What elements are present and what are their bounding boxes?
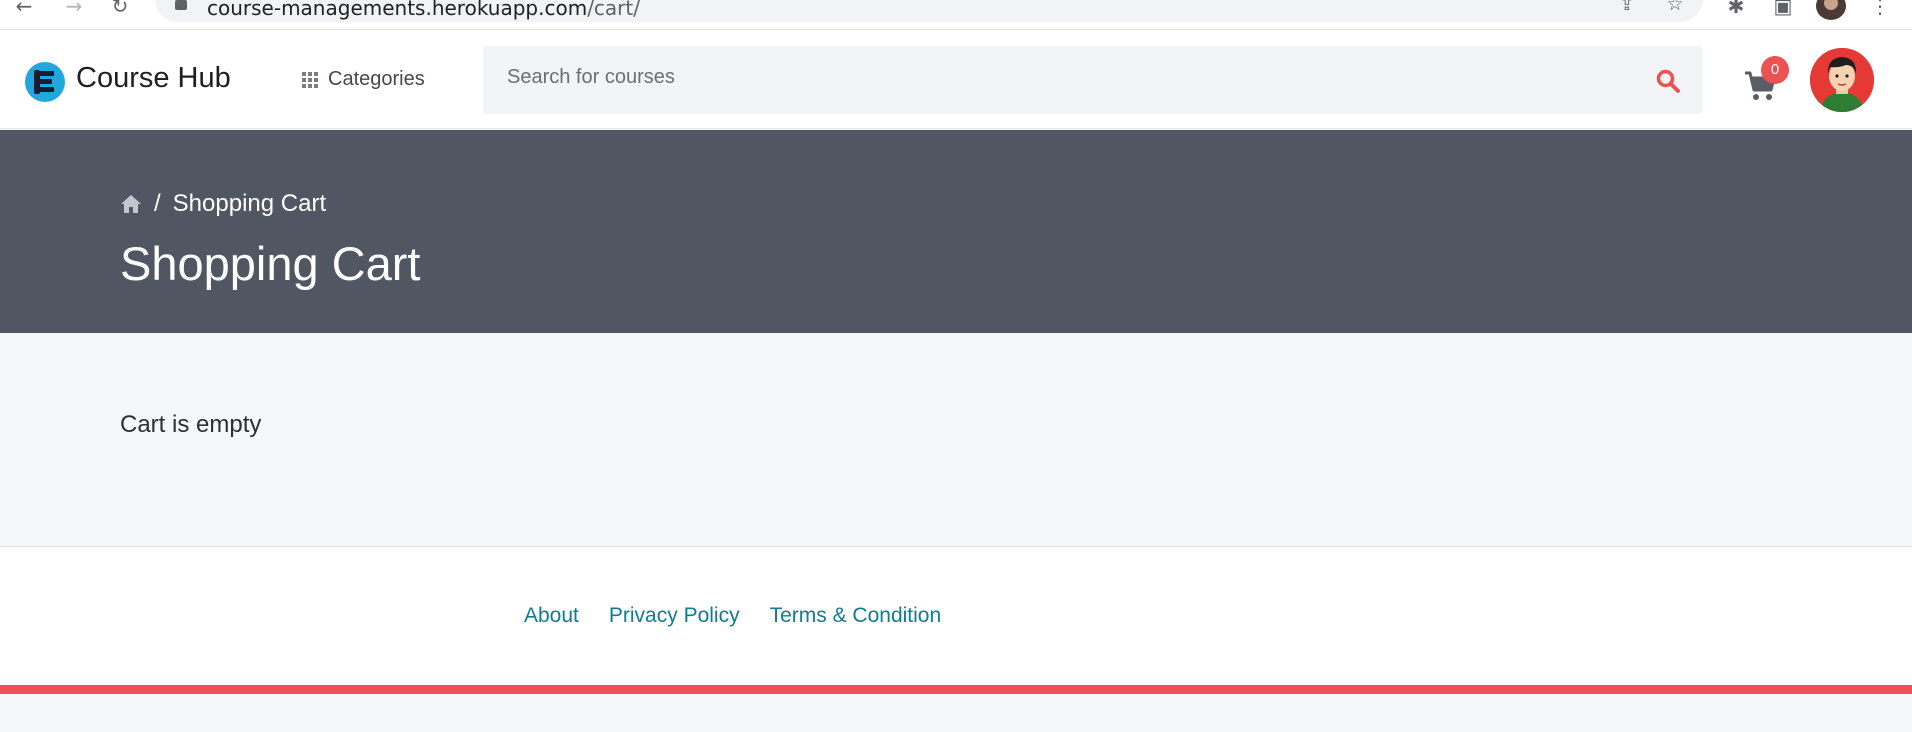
footer-link-privacy-policy[interactable]: Privacy Policy xyxy=(609,604,740,628)
sidepanel-icon[interactable]: ▣ xyxy=(1771,0,1795,18)
page-title: Shopping Cart xyxy=(120,237,421,290)
home-icon[interactable] xyxy=(120,194,142,214)
footer-links: About Privacy Policy Terms & Condition xyxy=(524,604,941,628)
user-avatar[interactable] xyxy=(1810,48,1874,112)
brand-name[interactable]: Course Hub xyxy=(76,62,231,95)
empty-cart-message: Cart is empty xyxy=(120,411,262,438)
extensions-icon[interactable]: ✱ xyxy=(1724,0,1748,18)
forward-icon[interactable]: → xyxy=(62,0,86,18)
cart-content: Cart is empty xyxy=(0,333,1912,547)
footer-link-terms[interactable]: Terms & Condition xyxy=(770,604,942,628)
url-text[interactable]: course-managements.herokuapp.com/cart/ xyxy=(207,0,640,20)
page-bottom xyxy=(0,694,1912,732)
address-bar[interactable]: course-managements.herokuapp.com/cart/ ⇪… xyxy=(155,0,1703,22)
share-icon[interactable]: ⇪ xyxy=(1615,0,1639,16)
search-button[interactable] xyxy=(1655,68,1681,94)
cart-count-badge: 0 xyxy=(1761,56,1789,84)
profile-avatar[interactable] xyxy=(1816,0,1846,20)
breadcrumb: / Shopping Cart xyxy=(120,190,326,218)
user-avatar-icon xyxy=(1810,48,1874,112)
footer-link-about[interactable]: About xyxy=(524,604,579,628)
search-input[interactable] xyxy=(507,66,1607,89)
search-icon xyxy=(1656,69,1680,93)
reload-icon[interactable]: ↻ xyxy=(108,0,132,18)
logo-icon[interactable] xyxy=(25,62,65,102)
categories-label: Categories xyxy=(328,68,425,90)
site-footer: About Privacy Policy Terms & Condition xyxy=(0,548,1912,685)
star-icon[interactable]: ☆ xyxy=(1663,0,1687,16)
breadcrumb-current: Shopping Cart xyxy=(172,190,327,217)
site-header: Course Hub Categories 0 xyxy=(0,30,1912,129)
search-bar xyxy=(483,46,1703,114)
cart-button[interactable]: 0 xyxy=(1743,56,1791,104)
browser-toolbar: ← → ↻ course-managements.herokuapp.com/c… xyxy=(0,0,1912,30)
categories-menu[interactable]: Categories xyxy=(302,68,425,91)
footer-accent-bar xyxy=(0,685,1912,694)
page-hero: / Shopping Cart Shopping Cart xyxy=(0,130,1912,333)
lock-icon[interactable] xyxy=(175,0,187,10)
menu-icon[interactable]: ⋮ xyxy=(1868,0,1892,18)
grid-icon xyxy=(302,71,320,88)
back-icon[interactable]: ← xyxy=(12,0,36,18)
breadcrumb-separator: / xyxy=(154,190,161,217)
